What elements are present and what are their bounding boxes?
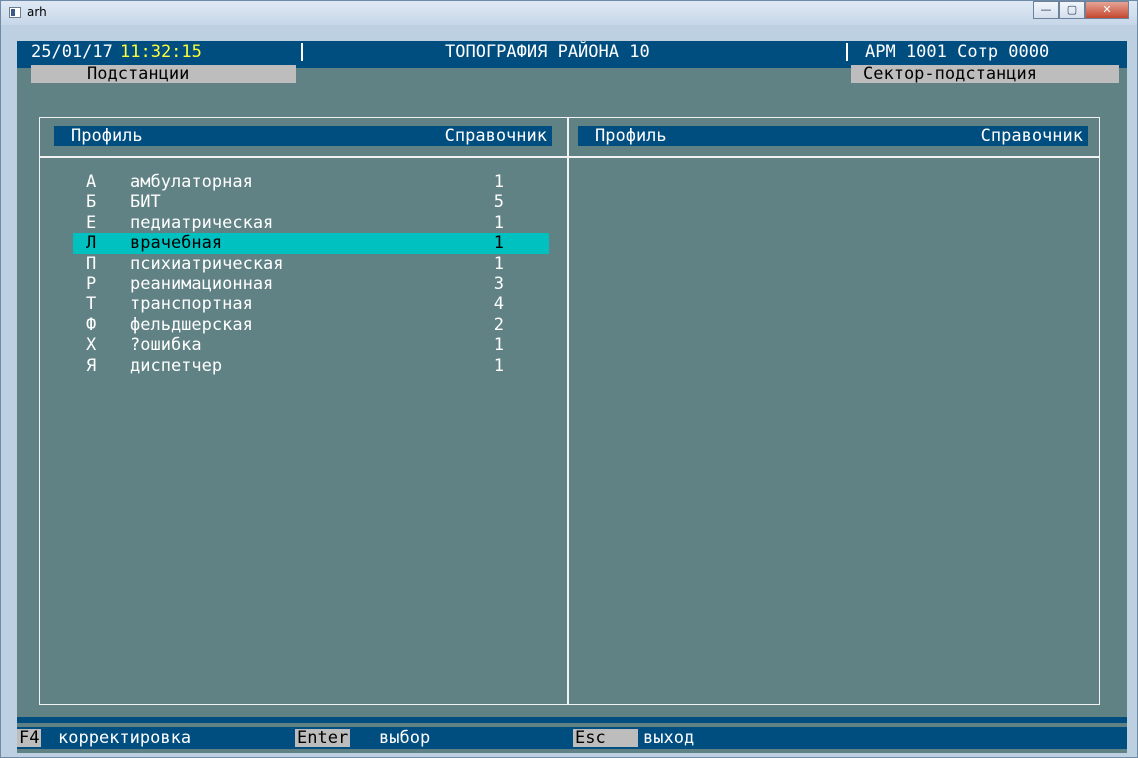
- profile-reference: 1: [493, 233, 504, 254]
- profile-code: Л: [86, 233, 97, 254]
- profile-reference: 1: [493, 212, 504, 233]
- profile-reference: 2: [493, 314, 504, 335]
- profile-reference: 4: [493, 294, 504, 315]
- list-item[interactable]: Б БИТ 5: [73, 192, 549, 212]
- header-title: ТОПОГРАФИЯ РАЙОНА 10: [445, 42, 650, 62]
- profile-name: врачебная: [130, 233, 223, 254]
- profile-name: реанимационная: [130, 273, 274, 294]
- profile-name: педиатрическая: [130, 212, 274, 233]
- profile-reference: 1: [493, 253, 504, 274]
- f4-label: корректировка: [58, 728, 192, 748]
- header-separator: [846, 43, 848, 61]
- header-time: 11:32:15: [120, 42, 202, 62]
- esc-key[interactable]: Esc: [573, 729, 638, 747]
- left-column-header: Профиль Справочник: [54, 126, 552, 146]
- header-date: 25/01/17: [31, 42, 113, 62]
- right-col-profile: Профиль: [595, 126, 667, 146]
- list-item[interactable]: Т транспортная 4: [73, 294, 549, 314]
- profile-reference: 1: [493, 335, 504, 356]
- profile-code: Е: [86, 212, 97, 233]
- window-title: arh: [27, 5, 47, 19]
- list-item[interactable]: Х ?ошибка 1: [73, 335, 549, 355]
- list-item[interactable]: Л врачебная 1: [73, 233, 549, 254]
- close-button[interactable]: ✕: [1085, 1, 1129, 19]
- esc-label: выход: [643, 728, 695, 748]
- header-bar: 25/01/17 11:32:15 ТОПОГРАФИЯ РАЙОНА 10 А…: [17, 41, 1127, 63]
- profile-reference: 1: [493, 355, 504, 376]
- profile-name: психиатрическая: [130, 253, 284, 274]
- profile-name: транспортная: [130, 294, 253, 315]
- right-column-header: Профиль Справочник: [578, 126, 1088, 146]
- maximize-button[interactable]: ▢: [1059, 1, 1085, 19]
- profile-name: фельдшерская: [130, 314, 253, 335]
- f4-key[interactable]: F4: [17, 729, 42, 747]
- profile-name: БИТ: [130, 192, 161, 213]
- panel-divider: [567, 118, 569, 704]
- panels-frame: Профиль Справочник Профиль Справочник А …: [39, 117, 1100, 705]
- app-window: arh — ▢ ✕ 25/01/17 11:32:15 ТОПОГРАФИЯ Р…: [0, 0, 1138, 758]
- app-icon: [9, 7, 21, 18]
- profile-code: Ф: [86, 314, 97, 335]
- window-controls: — ▢ ✕: [1033, 1, 1129, 19]
- profile-reference: 1: [493, 172, 504, 192]
- header-arm: АРМ 1001 Сотр 0000: [865, 42, 1050, 62]
- left-col-profile: Профиль: [71, 126, 143, 146]
- bottom-strip: [17, 717, 1127, 723]
- profile-code: Р: [86, 273, 97, 294]
- profile-code: Т: [86, 294, 97, 315]
- profile-name: ?ошибка: [130, 335, 202, 356]
- list-item[interactable]: Ф фельдшерская 2: [73, 315, 549, 335]
- list-item[interactable]: Я диспетчер 1: [73, 356, 549, 376]
- list-item[interactable]: А амбулаторная 1: [73, 172, 549, 192]
- right-col-reference: Справочник: [980, 126, 1083, 146]
- header-separator: [301, 43, 303, 61]
- profile-list: А амбулаторная 1 Б БИТ 5 Е педиатрическа…: [73, 172, 549, 376]
- profile-code: Х: [86, 335, 97, 356]
- status-bar: F4 корректировка Enter выбор Esc выход: [17, 727, 1127, 749]
- list-item[interactable]: Р реанимационная 3: [73, 274, 549, 294]
- enter-label: выбор: [379, 728, 431, 748]
- profile-reference: 5: [493, 192, 504, 213]
- list-item[interactable]: Е педиатрическая 1: [73, 213, 549, 233]
- profile-code: Я: [86, 355, 97, 376]
- terminal-screen: 25/01/17 11:32:15 ТОПОГРАФИЯ РАЙОНА 10 А…: [17, 41, 1127, 753]
- left-col-reference: Справочник: [444, 126, 547, 146]
- title-bar[interactable]: arh — ▢ ✕: [1, 1, 1137, 25]
- profile-code: А: [86, 172, 97, 192]
- minimize-button[interactable]: —: [1033, 1, 1059, 19]
- enter-key[interactable]: Enter: [295, 729, 351, 747]
- profile-name: диспетчер: [130, 355, 223, 376]
- list-item[interactable]: П психиатрическая 1: [73, 254, 549, 274]
- tab-substations[interactable]: Подстанции: [31, 65, 296, 83]
- tab-sector-substation[interactable]: Сектор-подстанция: [851, 65, 1119, 83]
- profile-reference: 3: [493, 273, 504, 294]
- header-divider: [40, 156, 1099, 158]
- profile-code: Б: [86, 192, 97, 213]
- profile-code: П: [86, 253, 97, 274]
- profile-name: амбулаторная: [130, 172, 253, 192]
